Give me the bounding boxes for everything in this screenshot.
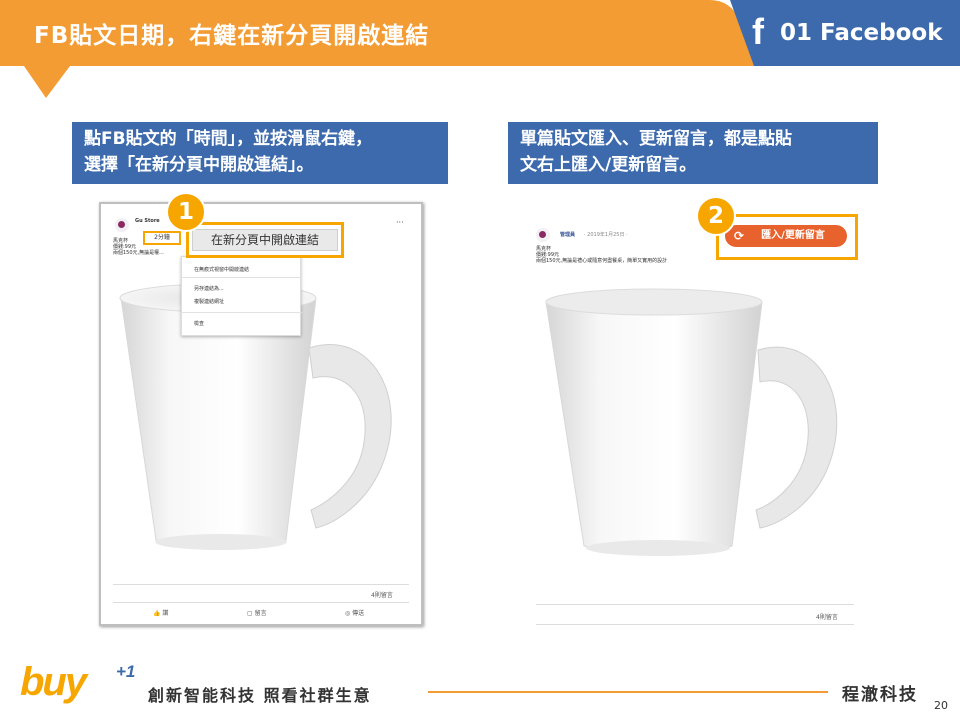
- facebook-f-icon: f: [752, 11, 764, 52]
- fb-post-screenshot: Gu Store 2分鐘 ··· 馬克杯 價錢:99元 兩個150元,無論是權.…: [99, 202, 423, 626]
- divider: [113, 584, 409, 585]
- post-line: 兩個150元,無論是禮心或隨意何盡餐桌，簡單又實用的設計: [536, 258, 668, 264]
- menu-item-copy-link[interactable]: 複製連結網址: [194, 298, 224, 305]
- post-text: 馬克杯 價錢:99元 兩個150元,無論是權...: [113, 238, 164, 256]
- comment-count[interactable]: 4則留言: [371, 590, 393, 599]
- left-instruction: 點FB貼文的「時間」，並按滑鼠右鍵， 選擇「在新分頁中開啟連結」。: [72, 122, 448, 184]
- comment-button[interactable]: ▢ 留言: [247, 608, 267, 617]
- menu-item-inspect[interactable]: 檢查: [194, 320, 204, 327]
- import-button-label: 匯入/更新留言: [761, 230, 825, 241]
- divider: [536, 624, 854, 625]
- menu-divider: [182, 277, 302, 278]
- highlight-import-button: ⟳ 匯入/更新留言: [716, 214, 858, 260]
- sync-icon: ⟳: [734, 229, 745, 243]
- more-options-icon[interactable]: ···: [396, 219, 404, 227]
- page-number: 20: [934, 699, 948, 712]
- post-date[interactable]: · 2019年1月25日 ·: [584, 232, 628, 238]
- menu-item-save-link[interactable]: 另存連結為...: [194, 285, 224, 292]
- section-label: 01 Facebook: [780, 20, 943, 46]
- left-instruction-line1: 點FB貼文的「時間」，並按滑鼠右鍵，: [84, 129, 373, 149]
- divider: [536, 604, 854, 605]
- right-instruction: 單篇貼文匯入、更新留言，都是點貼 文右上匯入/更新留言。: [508, 122, 878, 184]
- menu-divider: [182, 312, 302, 313]
- brand-logo: buy: [20, 660, 87, 704]
- comment-label: 留言: [254, 610, 267, 617]
- footer-divider: [428, 691, 828, 693]
- tagline: 創新智能科技 照看社群生意: [148, 686, 372, 705]
- like-label: 讚: [162, 610, 169, 617]
- right-instruction-line1: 單篇貼文匯入、更新留言，都是點貼: [520, 129, 792, 149]
- divider: [113, 602, 409, 603]
- post-text: 馬克杯 價錢:99元 兩個150元,無論是禮心或隨意何盡餐桌，簡單又實用的設計: [536, 246, 667, 264]
- comment-icon: ▢: [247, 610, 253, 617]
- step-2-badge: 2: [696, 196, 736, 236]
- comment-count[interactable]: 4則留言: [816, 612, 838, 621]
- post-line: 兩個150元,無論是權...: [113, 250, 164, 256]
- menu-item-incognito[interactable]: 在無痕式視窗中開啟連結: [194, 266, 249, 273]
- messenger-icon: ◎: [345, 610, 351, 617]
- brand-logo-sup: +1: [116, 662, 136, 681]
- share-label: 傳送: [352, 610, 365, 617]
- mug-photo: [545, 288, 838, 556]
- right-instruction-line2: 文右上匯入/更新留言。: [520, 155, 697, 175]
- share-button[interactable]: ◎ 傳送: [345, 608, 364, 617]
- highlight-open-new-tab: 在新分頁中開啟連結: [186, 222, 344, 258]
- page-avatar: [115, 218, 129, 232]
- like-button[interactable]: 👍 讚: [153, 608, 168, 617]
- page-avatar: [536, 228, 550, 242]
- page-name[interactable]: 管理員: [560, 232, 575, 238]
- left-instruction-line2: 選擇「在新分頁中開啟連結」。: [84, 155, 314, 175]
- step-1-badge: 1: [166, 192, 206, 232]
- company-name: 程澈科技: [842, 685, 918, 705]
- context-menu: 在無痕式視窗中開啟連結 另存連結為... 複製連結網址 檢查: [181, 256, 302, 336]
- page-name[interactable]: Gu Store: [135, 218, 160, 224]
- import-update-comments-button[interactable]: ⟳ 匯入/更新留言: [725, 225, 847, 247]
- fb-post-detail-screenshot: 管理員 · 2019年1月25日 · 馬克杯 價錢:99元 兩個150元,無論是…: [530, 210, 858, 630]
- menu-item-open-new-tab[interactable]: 在新分頁中開啟連結: [192, 229, 338, 251]
- thumbs-up-icon: 👍: [153, 610, 161, 617]
- page-title: FB貼文日期，右鍵在新分頁開啟連結: [34, 23, 430, 49]
